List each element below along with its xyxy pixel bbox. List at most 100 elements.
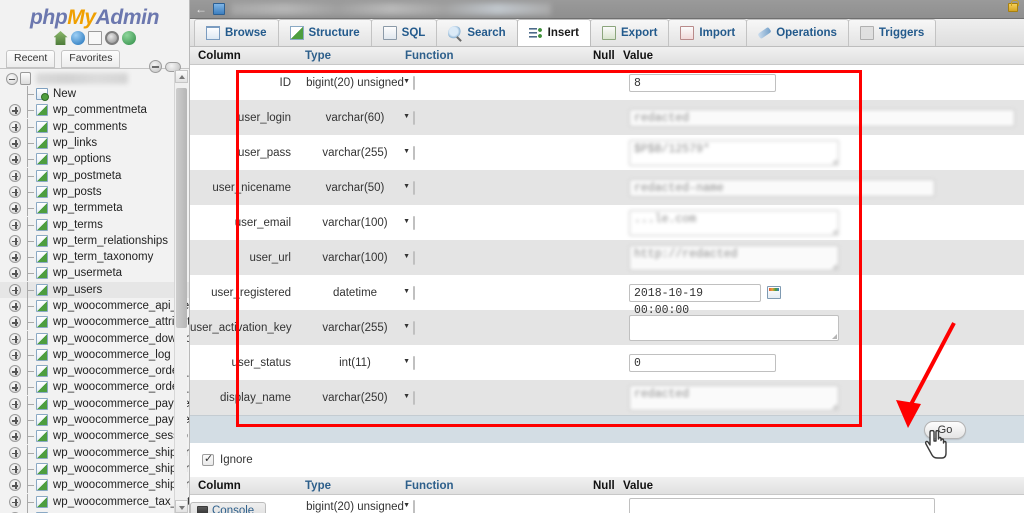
tab-structure[interactable]: Structure: [278, 19, 372, 46]
collapse-all-icon[interactable]: [149, 60, 162, 73]
doc-icon[interactable]: [88, 31, 102, 45]
sidebar-item-wp-comments[interactable]: wp_comments: [0, 119, 190, 135]
sidebar-item-wp-termmeta[interactable]: wp_termmeta: [0, 200, 190, 216]
expand-toggle-icon[interactable]: [9, 202, 21, 214]
ignore-checkbox[interactable]: [202, 454, 214, 466]
expand-toggle-icon[interactable]: [9, 121, 21, 133]
function-select[interactable]: [413, 111, 415, 125]
value-input[interactable]: redacted: [629, 109, 1015, 127]
sidebar-item-wp-woocommerce-attribut[interactable]: wp_woocommerce_attribut: [0, 314, 190, 330]
tab-operations[interactable]: Operations: [746, 19, 849, 46]
database-root-node[interactable]: [6, 72, 128, 85]
sidebar-item-wp-woocommerce-api-ke[interactable]: wp_woocommerce_api_ke: [0, 298, 190, 314]
scroll-down-icon[interactable]: [175, 500, 188, 513]
tab-recent[interactable]: Recent: [6, 50, 55, 68]
tab-insert[interactable]: Insert: [517, 19, 591, 46]
gear-icon[interactable]: [105, 31, 119, 45]
value-input[interactable]: 8: [629, 74, 776, 92]
expand-toggle-icon[interactable]: [9, 251, 21, 263]
tab-import[interactable]: Import: [668, 19, 747, 46]
tab-export[interactable]: Export: [590, 19, 669, 46]
go-button[interactable]: Go: [924, 421, 966, 439]
expand-toggle-icon[interactable]: [9, 447, 21, 459]
expand-toggle-icon[interactable]: [9, 430, 21, 442]
tab-search[interactable]: Search: [436, 19, 517, 46]
function-select[interactable]: [413, 286, 415, 300]
expand-toggle-icon[interactable]: [9, 104, 21, 116]
expand-toggle-icon[interactable]: [9, 349, 21, 361]
home-icon[interactable]: [54, 31, 68, 45]
expand-toggle-icon[interactable]: [9, 170, 21, 182]
scroll-up-icon[interactable]: [175, 70, 188, 83]
expand-toggle-icon[interactable]: [9, 235, 21, 247]
expand-toggle-icon[interactable]: [6, 73, 18, 85]
expand-toggle-icon[interactable]: [9, 381, 21, 393]
sidebar-item-wp-woocommerce-shippir[interactable]: wp_woocommerce_shippir: [0, 477, 190, 493]
scrollbar-thumb[interactable]: [176, 88, 187, 328]
tab-triggers[interactable]: Triggers: [848, 19, 936, 46]
sidebar-item-wp-woocommerce-shippir[interactable]: wp_woocommerce_shippir: [0, 461, 190, 477]
exit-icon[interactable]: [122, 31, 136, 45]
expand-toggle-icon[interactable]: [9, 333, 21, 345]
expand-toggle-icon[interactable]: [9, 479, 21, 491]
expand-toggle-icon[interactable]: [9, 496, 21, 508]
value-input[interactable]: redacted-name: [629, 179, 935, 197]
value-input[interactable]: 0: [629, 354, 776, 372]
value-textarea[interactable]: $P$B/12579*: [629, 140, 839, 166]
sidebar-item-wp-woocommerce-payme[interactable]: wp_woocommerce_payme: [0, 412, 190, 428]
expand-toggle-icon[interactable]: [9, 219, 21, 231]
expand-toggle-icon[interactable]: [9, 316, 21, 328]
sidebar-item-wp-usermeta[interactable]: wp_usermeta: [0, 265, 190, 281]
sidebar-item-wp-woocommerce-order-[interactable]: wp_woocommerce_order_: [0, 363, 190, 379]
function-select[interactable]: [413, 216, 415, 230]
sidebar-item-wp-postmeta[interactable]: wp_postmeta: [0, 167, 190, 183]
function-select[interactable]: [413, 181, 415, 195]
expand-toggle-icon[interactable]: [9, 186, 21, 198]
globe-icon[interactable]: [71, 31, 85, 45]
sidebar-item-wp-woocommerce-shippir[interactable]: wp_woocommerce_shippir: [0, 445, 190, 461]
expand-toggle-icon[interactable]: [9, 284, 21, 296]
sidebar-item-wp-woocommerce-log[interactable]: wp_woocommerce_log: [0, 347, 190, 363]
value-input[interactable]: [629, 498, 935, 513]
sidebar-item-wp-options[interactable]: wp_options: [0, 151, 190, 167]
tab-favorites[interactable]: Favorites: [61, 50, 120, 68]
sidebar-item-wp-users[interactable]: wp_users: [0, 282, 190, 298]
console-tab[interactable]: Console: [190, 502, 266, 513]
function-select[interactable]: [413, 391, 415, 405]
sidebar-scrollbar[interactable]: [174, 70, 187, 513]
sidebar-item-new[interactable]: New: [0, 86, 190, 102]
expand-toggle-icon[interactable]: [9, 300, 21, 312]
tab-sql[interactable]: SQL: [371, 19, 438, 46]
expand-toggle-icon[interactable]: [9, 398, 21, 410]
expand-toggle-icon[interactable]: [9, 463, 21, 475]
phpmyadmin-logo[interactable]: phpMyAdmin: [0, 0, 189, 30]
function-select[interactable]: [413, 356, 415, 370]
value-textarea[interactable]: redacted: [629, 385, 839, 411]
sidebar-item-wp-term-taxonomy[interactable]: wp_term_taxonomy: [0, 249, 190, 265]
calendar-icon[interactable]: [767, 286, 781, 299]
sidebar-item-wp-woocommerce-sessio[interactable]: wp_woocommerce_sessio: [0, 428, 190, 444]
sidebar-item-wp-term-relationships[interactable]: wp_term_relationships: [0, 233, 190, 249]
function-select[interactable]: [413, 76, 415, 90]
sidebar-item-wp-commentmeta[interactable]: wp_commentmeta: [0, 102, 190, 118]
expand-toggle-icon[interactable]: [9, 414, 21, 426]
function-select[interactable]: [413, 146, 415, 160]
sidebar-item-wp-links[interactable]: wp_links: [0, 135, 190, 151]
expand-toggle-icon[interactable]: [9, 365, 21, 377]
sidebar-item-wp-woocommerce-downlo[interactable]: wp_woocommerce_downlo: [0, 330, 190, 346]
sidebar-item-wp-posts[interactable]: wp_posts: [0, 184, 190, 200]
sidebar-item-wp-woocommerce-order-[interactable]: wp_woocommerce_order_: [0, 379, 190, 395]
function-select[interactable]: [413, 251, 415, 265]
expand-toggle-icon[interactable]: [9, 153, 21, 165]
tab-browse[interactable]: Browse: [194, 19, 279, 46]
sidebar-item-wp-woocommerce-payme[interactable]: wp_woocommerce_payme: [0, 396, 190, 412]
value-textarea[interactable]: [629, 315, 839, 341]
value-textarea[interactable]: ...le.com: [629, 210, 839, 236]
expand-toggle-icon[interactable]: [9, 267, 21, 279]
sidebar-item-wp-woocommerce-tax-rat[interactable]: wp_woocommerce_tax_rat: [0, 493, 190, 509]
sidebar-item-wp-terms[interactable]: wp_terms: [0, 216, 190, 232]
function-select[interactable]: [413, 500, 415, 513]
value-textarea[interactable]: http://redacted: [629, 245, 839, 271]
back-icon[interactable]: ←: [193, 2, 209, 16]
value-input[interactable]: 2018-10-19 00:00:00: [629, 284, 761, 302]
